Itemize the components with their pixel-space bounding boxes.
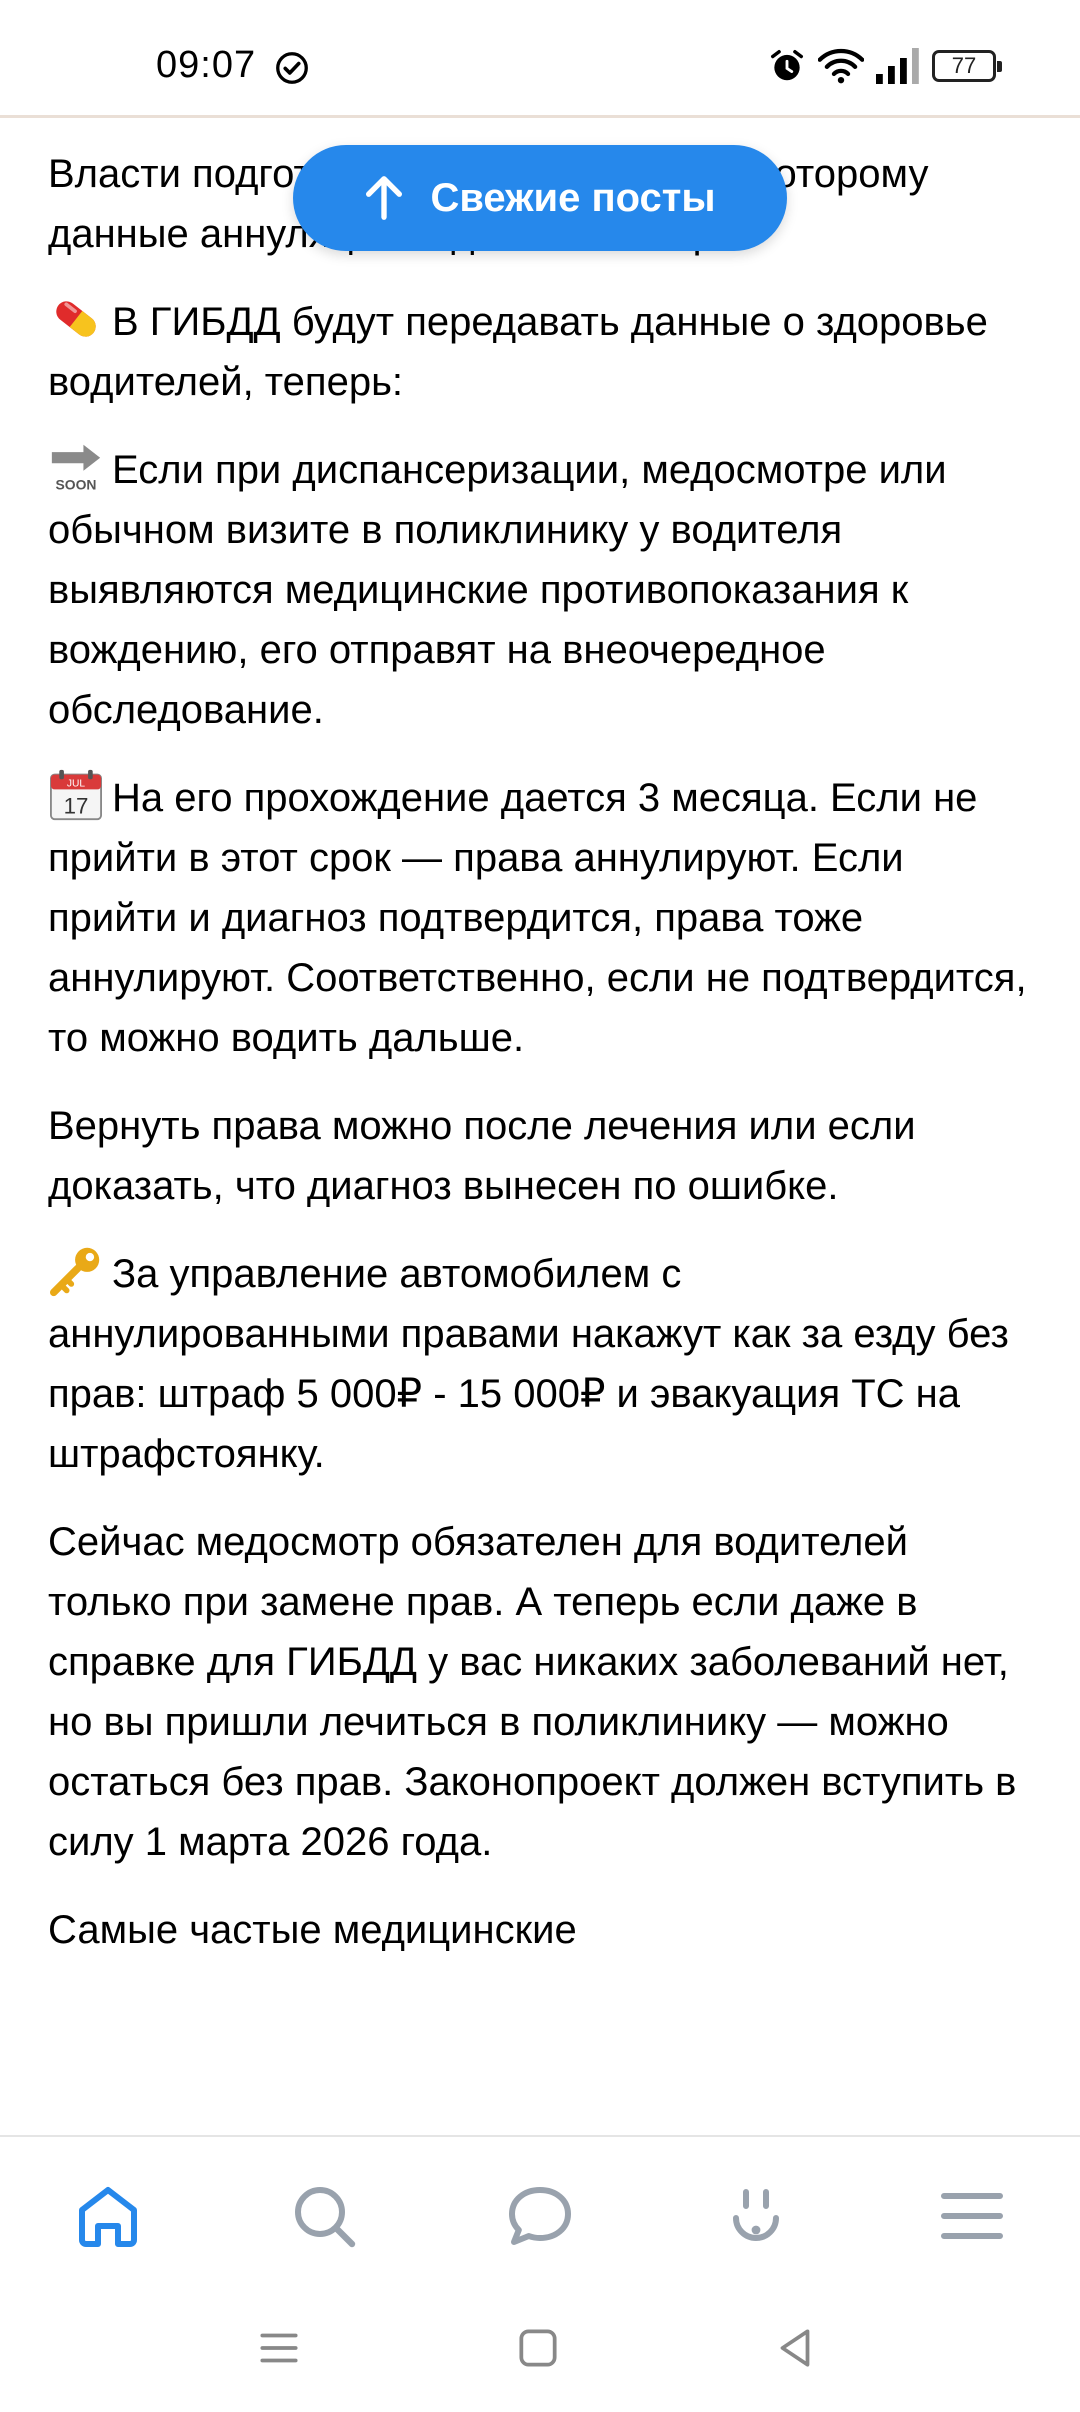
calendar-day: 17 [64,794,89,819]
paragraph-3: SOON Если при диспансеризации, медосмотр… [48,440,1032,740]
calendar-emoji: JUL 17 [50,769,102,821]
tab-search[interactable] [285,2177,363,2255]
key-emoji [49,1247,100,1297]
paragraph-5: Вернуть права можно после лечения или ес… [48,1104,916,1208]
paragraph-4: JUL 17 На его прохождение дается 3 месяц… [48,768,1032,1068]
home-icon [79,2187,137,2247]
battery-level: 77 [951,53,977,78]
recent-apps-icon[interactable] [254,2323,304,2373]
fresh-posts-button[interactable]: Свежие посты [293,145,787,251]
alarm-icon [771,50,803,81]
system-nav-bar [0,2295,1080,2412]
tab-menu[interactable] [933,2177,1011,2255]
paragraph-4-text: На его прохождение дается 3 месяца. Если… [48,776,1027,1060]
fresh-posts-label: Свежие посты [430,175,716,220]
back-icon[interactable] [770,2323,820,2373]
signal-icon [876,48,919,84]
menu-icon [941,2193,1003,2239]
status-time: 09:07 [156,44,257,86]
pill-emoji [56,301,96,337]
status-bar: 09:07 77 [0,0,1080,118]
search-icon [295,2187,356,2248]
tab-messages[interactable] [501,2177,579,2255]
soon-label: SOON [56,476,97,492]
arrow-up-icon [366,176,403,220]
paragraph-3-text: Если при диспансеризации, медосмотре или… [48,448,947,732]
paragraph-8: Самые частые медицинские [48,1908,577,1952]
paragraph-6: За управление автомобилем с аннулированн… [48,1244,1032,1484]
tab-home[interactable] [69,2177,147,2255]
screen: 09:07 77 Власти которому данные аннуляци… [0,0,1080,2412]
tab-notifications[interactable] [717,2177,795,2255]
home-square-icon[interactable] [513,2323,563,2373]
wifi-icon [818,48,864,84]
paragraph-2-text: В ГИБДД будут передавать данные о здоров… [48,300,988,404]
paragraph-7: Сейчас медосмотр обязателен для водителе… [48,1520,1017,1864]
paragraph-6-text: За управление автомобилем с аннулированн… [48,1252,1009,1476]
check-circle-icon [276,52,308,84]
status-icons: 77 [768,46,1002,86]
soon-arrow-emoji: SOON [51,444,101,492]
chat-icon [509,2187,571,2245]
post-text: Власти подготовили законопроект, по кото… [0,120,1080,2135]
notifications-icon [733,2189,779,2241]
bottom-tab-bar [0,2135,1080,2295]
battery-icon: 77 [932,50,1002,82]
calendar-month: JUL [67,779,85,790]
paragraph-2: В ГИБДД будут передавать данные о здоров… [48,292,1032,412]
